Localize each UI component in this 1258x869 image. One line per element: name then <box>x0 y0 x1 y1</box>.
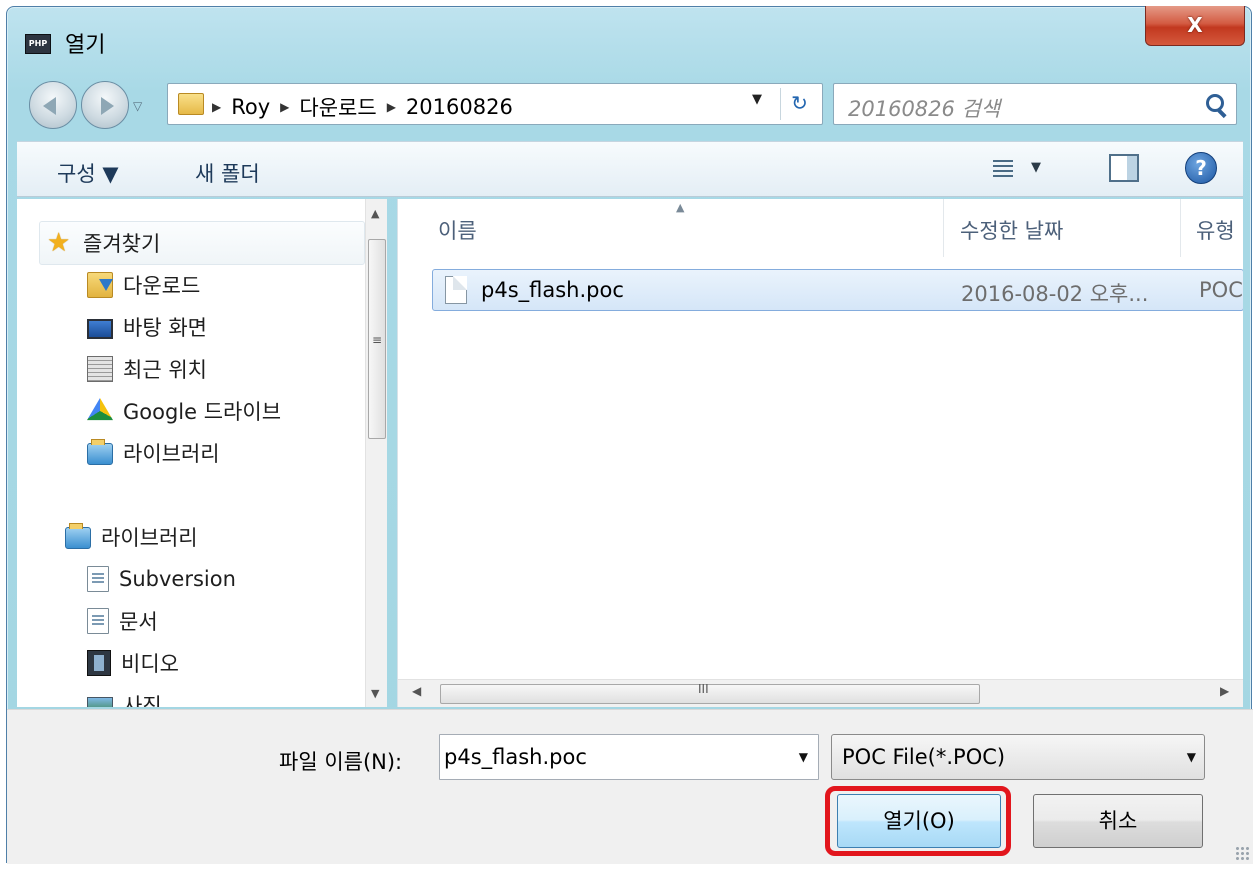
column-header-date-modified[interactable]: 수정한 날짜 <box>960 215 1063 245</box>
scrollbar-thumb[interactable] <box>440 684 980 704</box>
address-dropdown-icon[interactable]: ▼ <box>752 92 762 107</box>
breadcrumb-item-downloads[interactable]: 다운로드 <box>299 92 376 122</box>
navigation-scrollbar[interactable]: ▲ ≡ ▼ <box>365 199 387 707</box>
horizontal-scrollbar[interactable]: ◀ III ▶ <box>398 679 1243 707</box>
video-icon <box>87 650 111 676</box>
star-icon: ★ <box>47 228 71 258</box>
forward-button[interactable] <box>81 81 129 129</box>
file-type-cell: POC <box>1199 278 1243 302</box>
breadcrumb-separator-icon[interactable]: ▶ <box>387 100 396 114</box>
sidebar-item-libraries-shortcut[interactable]: 라이브러리 <box>87 433 220 473</box>
file-name-cell: p4s_flash.poc <box>481 278 624 302</box>
back-button[interactable] <box>29 81 77 129</box>
sidebar-item-label: 바탕 화면 <box>123 316 207 340</box>
scroll-right-icon[interactable]: ▶ <box>1220 684 1229 698</box>
column-divider[interactable] <box>1180 199 1181 257</box>
chevron-down-icon[interactable]: ▼ <box>1187 750 1196 764</box>
sidebar-item-recent-places[interactable]: 최근 위치 <box>87 349 207 389</box>
search-input[interactable]: 20160826 검색 <box>833 83 1237 125</box>
chevron-down-icon[interactable]: ▼ <box>799 750 808 764</box>
column-header-name[interactable]: 이름 <box>438 215 477 245</box>
sidebar-item-desktop[interactable]: 바탕 화면 <box>87 307 207 347</box>
breadcrumb-separator-icon[interactable]: ▶ <box>280 100 289 114</box>
google-drive-icon <box>87 398 113 421</box>
title-bar: PHP 열기 X <box>7 6 1251 71</box>
file-type-select[interactable]: POC File(*.POC) ▼ <box>831 734 1205 780</box>
sidebar-item-label: Subversion <box>119 567 236 591</box>
open-file-dialog: PHP 열기 X ▽ ▶ Roy ▶ 다운로드 ▶ 20160826 ▼ ↻ 2… <box>6 6 1253 864</box>
scroll-up-icon[interactable]: ▲ <box>371 207 379 220</box>
resize-grip-icon[interactable] <box>1235 846 1249 860</box>
breadcrumb-item-roy[interactable]: Roy <box>231 95 270 119</box>
sidebar-item-downloads[interactable]: 다운로드 <box>87 265 200 305</box>
scrollbar-grip-icon: III <box>698 682 709 696</box>
dialog-footer: 파일 이름(N): p4s_flash.poc ▼ POC File(*.POC… <box>7 709 1253 864</box>
sidebar-item-subversion[interactable]: Subversion <box>87 559 236 599</box>
sidebar-item-label: 라이브러리 <box>101 526 198 550</box>
desktop-icon <box>87 319 113 339</box>
library-icon <box>87 439 113 465</box>
navigation-pane: ★ 즐겨찾기 다운로드 바탕 화면 최근 위치 Google 드라이브 라이브러… <box>17 199 387 707</box>
sort-ascending-icon: ▲ <box>676 201 685 214</box>
sidebar-item-pictures[interactable]: 사진 <box>87 685 162 707</box>
table-row[interactable]: p4s_flash.poc 2016-08-02 오후... POC <box>432 269 1243 311</box>
library-icon <box>65 523 91 549</box>
view-list-icon <box>993 160 1013 178</box>
folder-icon <box>178 93 204 115</box>
scroll-down-icon[interactable]: ▼ <box>371 687 379 700</box>
sidebar-item-libraries[interactable]: 라이브러리 <box>65 517 198 557</box>
column-header-type[interactable]: 유형 <box>1196 215 1235 245</box>
sidebar-item-videos[interactable]: 비디오 <box>87 643 179 683</box>
sidebar-item-label: Google 드라이브 <box>123 400 282 424</box>
file-type-value: POC File(*.POC) <box>842 745 1006 769</box>
file-list-pane: ▲ 이름 수정한 날짜 유형 p4s_flash.poc 2016-08-02 … <box>397 199 1243 707</box>
sidebar-item-label: 비디오 <box>121 652 179 676</box>
filename-label: 파일 이름(N): <box>279 750 403 774</box>
search-placeholder: 20160826 검색 <box>848 97 1001 121</box>
organize-menu-button[interactable]: 구성 ▼ <box>57 158 118 188</box>
address-bar[interactable]: ▶ Roy ▶ 다운로드 ▶ 20160826 ▼ ↻ <box>167 83 823 125</box>
column-divider[interactable] <box>943 199 944 257</box>
library-document-icon <box>87 566 109 592</box>
refresh-icon[interactable]: ↻ <box>780 88 818 120</box>
recent-pages-arrow-icon[interactable]: ▽ <box>133 99 142 113</box>
cancel-button[interactable]: 취소 <box>1033 794 1203 848</box>
preview-pane-icon[interactable] <box>1109 154 1139 182</box>
breadcrumb: ▶ Roy ▶ 다운로드 ▶ 20160826 <box>212 92 513 122</box>
chevron-down-icon[interactable]: ▼ <box>1031 160 1041 175</box>
sidebar-item-label: 라이브러리 <box>123 442 220 466</box>
sidebar-item-favorites[interactable]: ★ 즐겨찾기 <box>47 223 160 263</box>
document-icon <box>87 608 109 634</box>
window-title: 열기 <box>65 33 106 58</box>
sidebar-item-label: 즐겨찾기 <box>83 232 161 256</box>
recent-places-icon <box>87 356 113 382</box>
search-icon[interactable] <box>1206 94 1224 112</box>
help-icon[interactable]: ? <box>1185 152 1217 184</box>
column-header-row: ▲ 이름 수정한 날짜 유형 <box>398 199 1243 261</box>
file-date-cell: 2016-08-02 오후... <box>961 282 1149 306</box>
filename-value: p4s_flash.poc <box>444 745 587 769</box>
sidebar-item-label: 사진 <box>123 694 162 707</box>
close-button[interactable]: X <box>1145 6 1245 46</box>
downloads-folder-icon <box>87 272 113 298</box>
new-folder-button[interactable]: 새 폴더 <box>195 158 260 188</box>
php-app-icon: PHP <box>25 34 51 54</box>
sidebar-item-google-drive[interactable]: Google 드라이브 <box>87 391 281 431</box>
command-toolbar: 구성 ▼ 새 폴더 ▼ ? <box>17 141 1243 197</box>
breadcrumb-item-20160826[interactable]: 20160826 <box>406 95 513 119</box>
scroll-left-icon[interactable]: ◀ <box>412 684 421 698</box>
sidebar-item-documents[interactable]: 문서 <box>87 601 158 641</box>
sidebar-item-label: 문서 <box>119 610 158 634</box>
open-button[interactable]: 열기(O) <box>837 794 1001 848</box>
scrollbar-grip-icon: ≡ <box>372 333 383 347</box>
change-view-button[interactable]: ▼ <box>993 156 1057 184</box>
pictures-icon <box>87 697 113 707</box>
filename-input[interactable]: p4s_flash.poc ▼ <box>439 734 819 780</box>
sidebar-item-label: 최근 위치 <box>123 358 207 382</box>
file-icon <box>445 276 467 304</box>
sidebar-item-label: 다운로드 <box>123 274 201 298</box>
breadcrumb-separator-icon[interactable]: ▶ <box>212 100 221 114</box>
